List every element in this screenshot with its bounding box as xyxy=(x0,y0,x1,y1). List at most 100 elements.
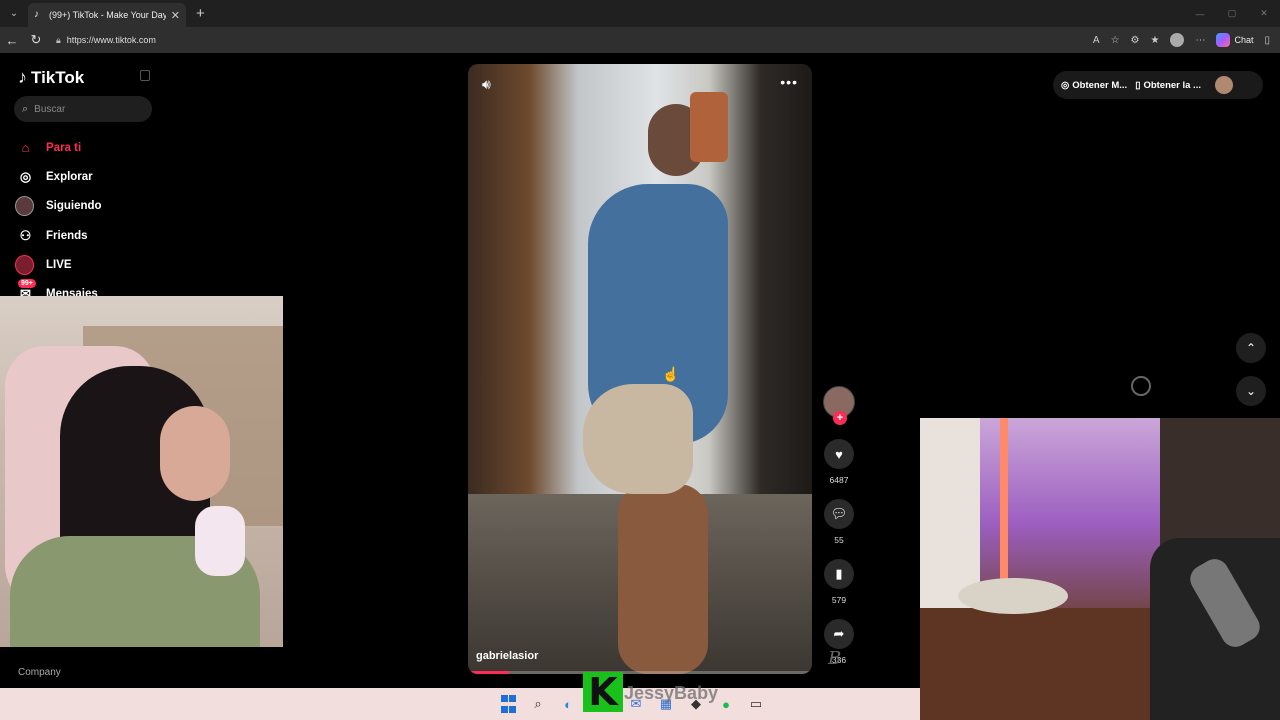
comment-action[interactable]: 💬︎ 55 xyxy=(822,499,856,545)
following-avatar-icon xyxy=(15,196,34,217)
favorites-icon[interactable]: ★ xyxy=(1151,35,1160,46)
maximize-icon[interactable]: ▢ xyxy=(1216,8,1248,19)
home-icon: ⌂ xyxy=(21,140,30,156)
follow-plus-icon[interactable]: + xyxy=(833,411,847,425)
tab-actions-icon[interactable]: ⌄ xyxy=(0,0,28,27)
lock-icon: 🔒︎ xyxy=(56,34,61,45)
creator-avatar[interactable]: + xyxy=(823,386,855,425)
room-webcam-overlay xyxy=(920,418,1280,720)
nav-label: Siguiendo xyxy=(46,200,102,213)
nav-label: Para ti xyxy=(46,141,82,154)
collapse-sidebar-icon[interactable] xyxy=(140,70,150,81)
share-icon[interactable]: ➦ xyxy=(824,619,854,649)
loading-spinner-icon xyxy=(1131,376,1151,396)
edge-browser-icon[interactable]: ◐ xyxy=(558,694,578,714)
url-text: https://www.tiktok.com xyxy=(66,35,156,45)
address-bar-row: ← ↻ 🔒︎ https://www.tiktok.com A ☆ ⚙ ★ ⋯ … xyxy=(0,27,1280,53)
close-window-icon[interactable]: ✕ xyxy=(1248,8,1280,19)
logo-text: TikTok xyxy=(31,67,85,87)
get-coins-label: Obtener M... xyxy=(1072,79,1128,91)
live-avatar-icon xyxy=(15,254,34,275)
video-actions: + ♥ 6487 💬︎ 55 ▮ 579 ➦ 336 xyxy=(822,386,856,665)
phone-icon: ▯ xyxy=(1135,79,1141,91)
top-right-actions: ◎ Obtener M... ▯ Obtener la ... xyxy=(1053,71,1263,99)
more-menu-icon[interactable]: ⋯ xyxy=(1195,35,1205,46)
nav-label: Explorar xyxy=(46,170,93,183)
extensions-icon[interactable]: ⚙ xyxy=(1131,35,1140,46)
streamer-webcam-overlay xyxy=(0,296,283,647)
back-icon[interactable]: ← xyxy=(0,33,24,48)
video-scene-shorts xyxy=(583,384,693,494)
footer-company-link[interactable]: Company xyxy=(18,667,61,678)
get-app-button[interactable]: ▯ Obtener la ... xyxy=(1135,80,1201,91)
notes-icon[interactable]: ▭ xyxy=(746,694,766,714)
tiktok-note-icon: ♪ xyxy=(18,67,27,87)
sound-icon[interactable]: 🔊︎ xyxy=(482,76,491,93)
video-player[interactable]: 🔊︎ ••• gabrielasior xyxy=(468,64,812,674)
friends-icon: ⚇ xyxy=(19,227,32,243)
browser-toolbar: A ☆ ⚙ ★ ⋯ Chat ▯ xyxy=(1093,27,1270,53)
nav-item-siguiendo[interactable]: Siguiendo xyxy=(15,192,102,221)
search-icon: ⌕ xyxy=(22,102,29,115)
window-controls: — ▢ ✕ xyxy=(1184,0,1280,27)
like-count: 6487 xyxy=(829,475,849,485)
windows-start-icon[interactable] xyxy=(498,694,518,714)
profile-avatar[interactable] xyxy=(1170,33,1185,47)
user-avatar[interactable] xyxy=(1214,76,1233,94)
previous-video-button[interactable]: ⌃ xyxy=(1236,333,1266,363)
hand-cursor-icon: ☝ xyxy=(662,366,680,382)
save-action[interactable]: ▮ 579 xyxy=(822,559,856,605)
nav-item-explorar[interactable]: ◎ Explorar xyxy=(17,162,102,191)
tab-title: (99+) TikTok - Make Your Day xyxy=(49,10,166,20)
kick-logo: K xyxy=(583,672,623,712)
video-progress-fill xyxy=(468,671,510,674)
tiktok-favicon-icon: ♪ xyxy=(34,9,39,20)
get-coins-button[interactable]: ◎ Obtener M... xyxy=(1061,80,1127,91)
video-author[interactable]: gabrielasior xyxy=(476,650,538,662)
room-light-bar xyxy=(1000,418,1008,588)
compass-icon: ◎ xyxy=(19,168,32,184)
new-tab-icon[interactable]: + xyxy=(196,5,205,22)
browser-tab[interactable]: ♪ (99+) TikTok - Make Your Day ✕ xyxy=(28,3,186,27)
nav-item-para-ti[interactable]: ⌂ Para ti xyxy=(17,133,102,162)
video-scene-legs xyxy=(618,484,708,674)
creator-watermark-logo: B xyxy=(828,648,842,669)
search-placeholder: Buscar xyxy=(34,103,66,115)
coins-icon: ◎ xyxy=(1061,79,1070,91)
streamer-name-overlay: JessyBaby xyxy=(624,683,719,703)
comment-count: 55 xyxy=(834,535,844,545)
nav-label: Friends xyxy=(46,229,88,242)
close-tab-icon[interactable]: ✕ xyxy=(171,9,180,22)
video-more-icon[interactable]: ••• xyxy=(780,74,798,90)
save-count: 579 xyxy=(831,595,847,605)
get-app-label: Obtener la ... xyxy=(1143,79,1201,91)
bookmark-icon[interactable]: ▮ xyxy=(824,559,854,589)
like-action[interactable]: ♥ 6487 xyxy=(822,439,856,485)
heart-icon[interactable]: ♥ xyxy=(824,439,854,469)
chat-label: Chat xyxy=(1234,35,1254,45)
translate-icon[interactable]: A xyxy=(1093,35,1100,46)
nav-item-live[interactable]: LIVE xyxy=(15,250,102,279)
screen: ⌄ ♪ (99+) TikTok - Make Your Day ✕ + — ▢… xyxy=(0,0,1280,720)
comment-icon[interactable]: 💬︎ xyxy=(824,499,854,529)
search-input[interactable]: ⌕ Buscar xyxy=(14,96,152,122)
room-rug xyxy=(958,578,1068,614)
sidebar-toggle-icon[interactable]: ▯ xyxy=(1264,35,1270,46)
url-field[interactable]: 🔒︎ https://www.tiktok.com xyxy=(52,30,1012,50)
video-progress-bar[interactable] xyxy=(468,671,812,674)
messages-badge: 99+ xyxy=(18,279,36,288)
refresh-icon[interactable]: ↻ xyxy=(24,32,48,48)
next-video-button[interactable]: ⌄ xyxy=(1236,376,1266,406)
copilot-chat-button[interactable]: Chat xyxy=(1216,33,1253,47)
minimize-icon[interactable]: — xyxy=(1184,9,1216,19)
browser-tab-bar: ⌄ ♪ (99+) TikTok - Make Your Day ✕ + — ▢… xyxy=(0,0,1280,27)
nav-item-friends[interactable]: ⚇ Friends xyxy=(17,221,102,250)
room-door xyxy=(1160,418,1280,558)
copilot-icon xyxy=(1216,33,1231,47)
video-scene-phone xyxy=(690,92,728,162)
spotify-icon[interactable]: ● xyxy=(716,694,736,714)
cam-microphone xyxy=(195,506,245,576)
search-taskbar-icon[interactable]: ⌕ xyxy=(528,694,548,714)
tiktok-logo[interactable]: ♪ TikTok xyxy=(18,67,84,88)
favorite-star-icon[interactable]: ☆ xyxy=(1111,35,1120,46)
